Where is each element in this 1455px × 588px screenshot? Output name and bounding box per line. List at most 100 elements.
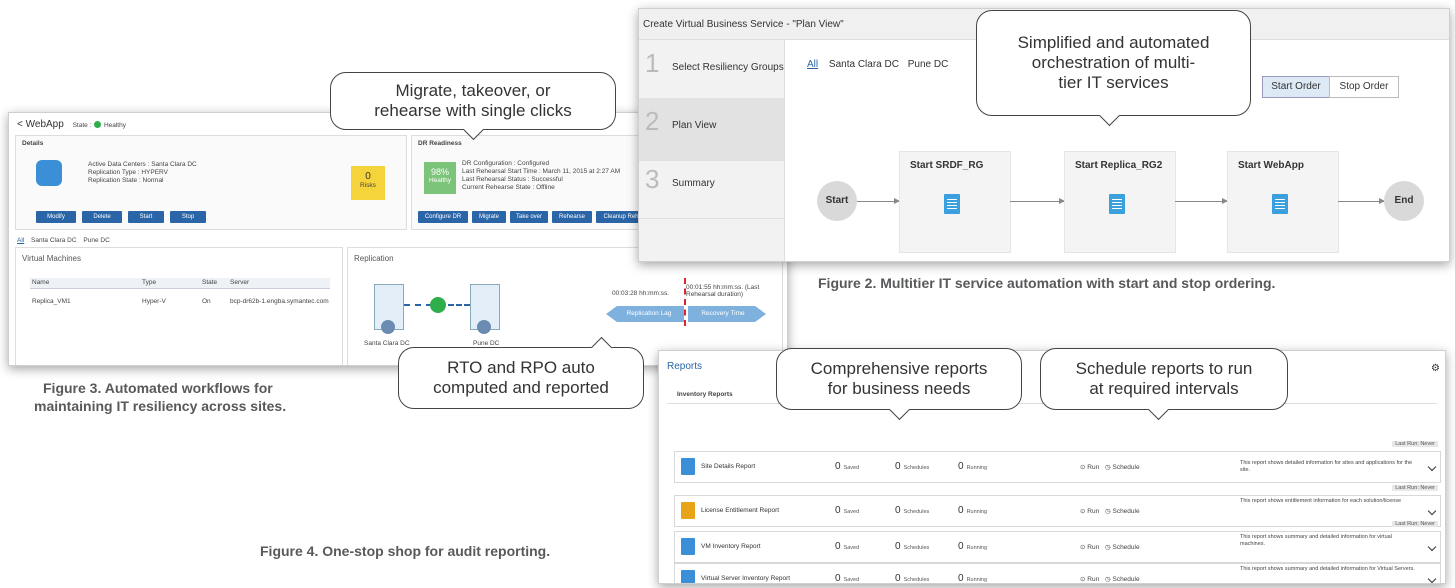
- chevron-down-icon[interactable]: [1427, 542, 1437, 552]
- start-order-button[interactable]: Start Order: [1262, 76, 1330, 98]
- recovery-time-arrow: Recovery Time: [688, 306, 766, 322]
- step-2[interactable]: 2 Plan View: [639, 98, 784, 161]
- virtual-server-report-icon: [681, 570, 695, 583]
- report-name[interactable]: License Entitlement Report: [701, 507, 779, 514]
- chevron-down-icon[interactable]: [1427, 574, 1437, 583]
- report-name[interactable]: VM Inventory Report: [701, 543, 761, 550]
- node-1-label: Start SRDF_RG: [910, 160, 984, 171]
- takeover-button[interactable]: Take over: [510, 211, 548, 223]
- run-action[interactable]: ⊙ Run: [1080, 507, 1099, 515]
- callout-reports-line2: for business needs: [827, 379, 971, 398]
- settings-gear-icon[interactable]: ⚙: [1431, 363, 1440, 374]
- vm-col-server[interactable]: Server: [230, 279, 249, 286]
- schedule-action[interactable]: ◷ Schedule: [1105, 507, 1140, 515]
- vm-report-icon: [681, 538, 695, 555]
- filter-pune[interactable]: Pune DC: [83, 237, 109, 244]
- vm-col-state[interactable]: State: [202, 279, 217, 286]
- start-node: Start: [817, 181, 857, 221]
- schedule-action[interactable]: ◷ Schedule: [1105, 463, 1140, 471]
- lag-time: 00:03:28 hh:mm:ss.: [612, 290, 670, 297]
- schedule-action[interactable]: ◷ Schedule: [1105, 575, 1140, 583]
- stop-order-button[interactable]: Stop Order: [1329, 76, 1399, 98]
- chevron-down-icon[interactable]: [1427, 506, 1437, 516]
- license-report-icon: [681, 502, 695, 519]
- run-action[interactable]: ⊙ Run: [1080, 463, 1099, 471]
- last-run: Last Run: Never: [1392, 441, 1438, 447]
- site-a-label: Santa Clara DC: [364, 340, 410, 347]
- recovery-time: 00:01:55 hh:mm:ss. (Last Rehearsal durat…: [686, 284, 760, 298]
- fig3-caption-1: Figure 3. Automated workflows for: [43, 380, 273, 396]
- callout-orch-line1: Simplified and automated: [1017, 33, 1210, 52]
- site-a-pin-icon: [381, 320, 395, 334]
- vm-row-type: Hyper-V: [142, 298, 166, 305]
- back-link[interactable]: < WebApp: [17, 119, 64, 130]
- detail-line-1: Active Data Centers : Santa Clara DC: [88, 161, 197, 168]
- detail-line-3: Replication State : Normal: [88, 177, 164, 184]
- filter-santa-clara[interactable]: Santa Clara DC: [31, 237, 77, 244]
- recovery-time-label: Recovery Time: [701, 310, 745, 317]
- step-1[interactable]: 1 Select Resiliency Groups: [639, 40, 784, 103]
- detail-line-2: Replication Type : HYPERV: [88, 169, 168, 176]
- fig2-title: Create Virtual Business Service - "Plan …: [643, 19, 844, 30]
- vm-row-name[interactable]: Replica_VM1: [32, 298, 71, 305]
- vm-col-type[interactable]: Type: [142, 279, 156, 286]
- healthy-check-icon: [94, 120, 102, 128]
- chevron-down-icon[interactable]: [1427, 462, 1437, 472]
- callout-reports-line1: Comprehensive reports: [810, 359, 988, 378]
- report-description: This report shows entitlement informatio…: [1240, 498, 1402, 504]
- rehearse-button[interactable]: Rehearse: [552, 211, 592, 223]
- run-action[interactable]: ⊙ Run: [1080, 543, 1099, 551]
- vbs-icon: [36, 160, 62, 186]
- filter-all[interactable]: All: [17, 237, 24, 244]
- report-row: Last Run: Never VM Inventory Report 0 Sav…: [674, 521, 1444, 563]
- node-3-doc-icon: [1272, 194, 1288, 214]
- end-node-label: End: [1394, 195, 1414, 206]
- report-description: This report shows detailed information f…: [1240, 460, 1413, 473]
- fig2-filter-santa-clara[interactable]: Santa Clara DC: [829, 59, 899, 70]
- node-start-replica[interactable]: Start Replica_RG2: [1064, 151, 1176, 253]
- risks-value: 0: [365, 171, 371, 182]
- node-3-label: Start WebApp: [1238, 160, 1304, 171]
- step-3[interactable]: 3 Summary: [639, 156, 784, 219]
- modify-button[interactable]: Modify: [36, 211, 76, 223]
- last-run: Last Run: Never: [1392, 521, 1438, 527]
- risks-badge: 0 Risks: [351, 166, 385, 200]
- replication-lag-arrow: Replication Lag: [606, 306, 684, 322]
- report-name[interactable]: Site Details Report: [701, 463, 755, 470]
- virtual-machines-panel: Virtual Machines Name Type State Server …: [15, 247, 343, 365]
- start-button[interactable]: Start: [128, 211, 164, 223]
- stop-button[interactable]: Stop: [170, 211, 206, 223]
- schedule-action[interactable]: ◷ Schedule: [1105, 543, 1140, 551]
- fig2-filter-all[interactable]: All: [807, 59, 818, 70]
- dr-pct: 98%: [430, 167, 449, 177]
- dr-line-3: Last Rehearsal Status : Successful: [462, 176, 563, 183]
- report-row: Virtual Server Inventory Report 0 Saved 0…: [674, 563, 1444, 583]
- fig2-filter-pune[interactable]: Pune DC: [908, 59, 949, 70]
- configure-dr-button[interactable]: Configure DR: [418, 211, 468, 223]
- callout-orch-line2: orchestration of multi-: [1031, 53, 1196, 72]
- replication-title: Replication: [354, 254, 394, 263]
- callout-schedule-line2: at required intervals: [1089, 379, 1239, 398]
- report-description: This report shows summary and detailed i…: [1240, 566, 1415, 572]
- report-row: Last Run: Never Site Details Report 0 Sav…: [674, 441, 1444, 483]
- callout-migrate: Migrate, takeover, or rehearse with sing…: [330, 72, 616, 141]
- dr-title: DR Readiness: [418, 140, 462, 147]
- vm-col-name[interactable]: Name: [32, 279, 49, 286]
- report-row: Last Run: Never License Entitlement Repo…: [674, 485, 1444, 527]
- delete-button[interactable]: Delete: [82, 211, 122, 223]
- run-action[interactable]: ⊙ Run: [1080, 575, 1099, 583]
- node-start-webapp[interactable]: Start WebApp: [1227, 151, 1339, 253]
- migrate-button[interactable]: Migrate: [472, 211, 506, 223]
- replication-ok-icon: [430, 297, 446, 313]
- site-b-label: Pune DC: [473, 340, 500, 347]
- node-start-srdf[interactable]: Start SRDF_RG: [899, 151, 1011, 253]
- reports-title: Reports: [667, 361, 703, 372]
- last-run: Last Run: Never: [1392, 485, 1438, 491]
- node-2-doc-icon: [1109, 194, 1125, 214]
- report-name[interactable]: Virtual Server Inventory Report: [701, 575, 790, 582]
- callout-schedule: Schedule reports to run at required inte…: [1040, 348, 1288, 421]
- details-panel: Details Active Data Centers : Santa Clar…: [15, 135, 407, 230]
- site-report-icon: [681, 458, 695, 475]
- callout-orch-line3: tier IT services: [1058, 73, 1169, 92]
- callout-rto-line2: computed and reported: [433, 378, 609, 397]
